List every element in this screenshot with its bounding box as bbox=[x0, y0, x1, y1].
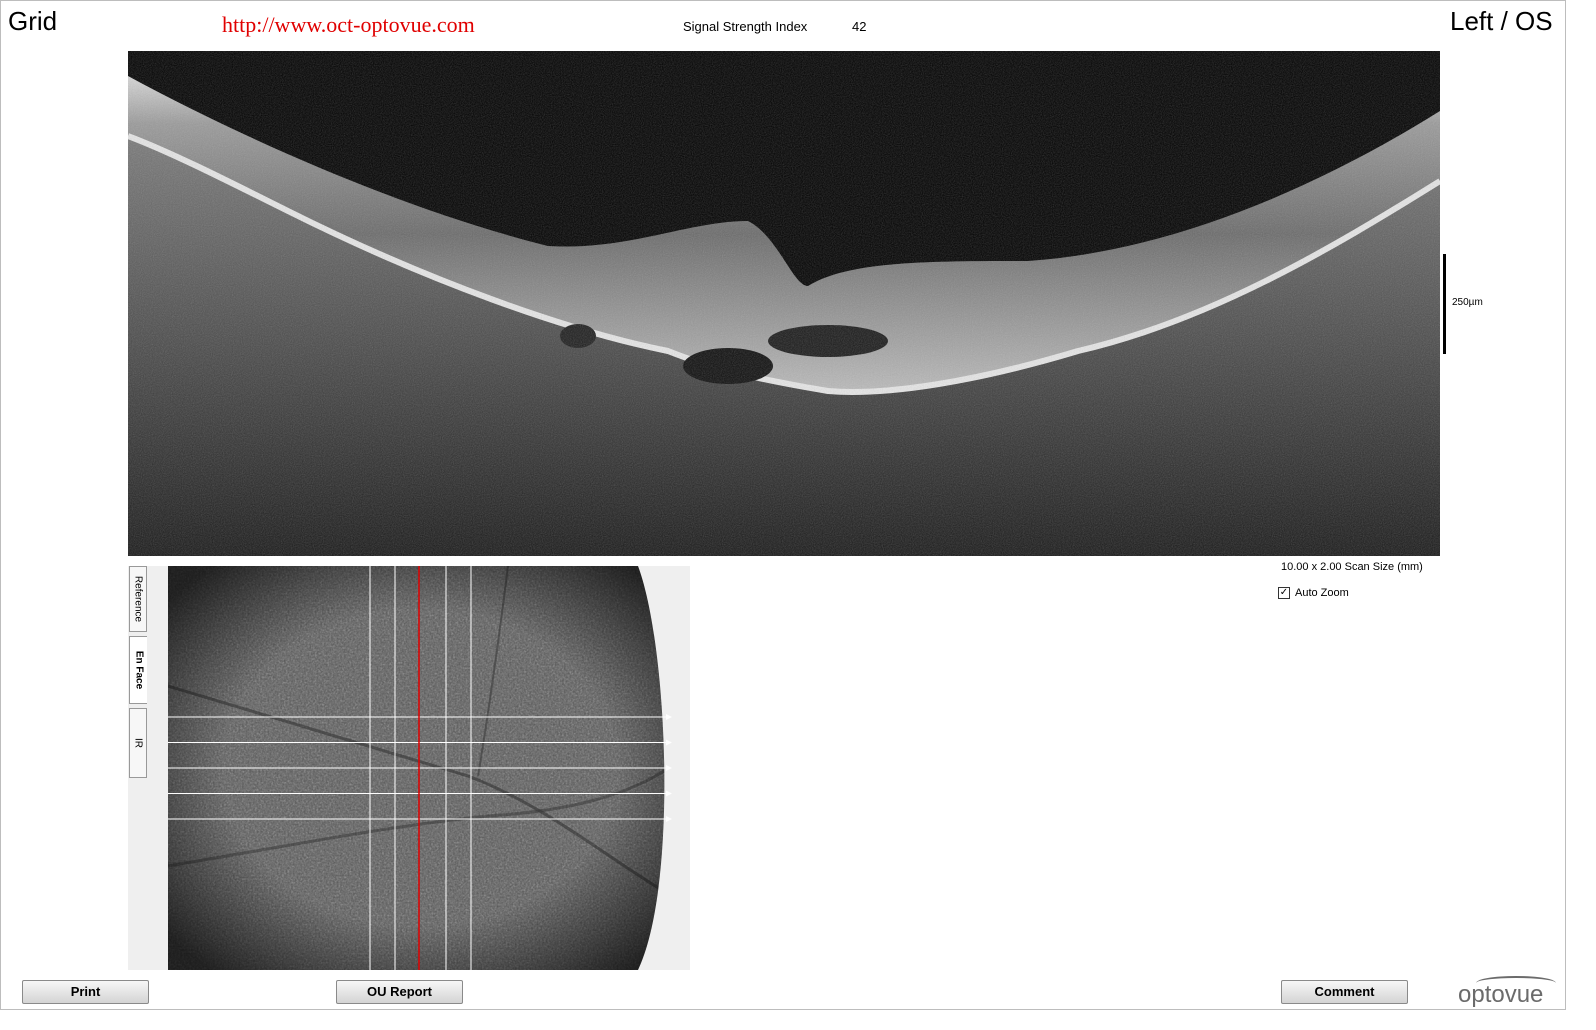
tab-en-face-label: En Face bbox=[133, 650, 144, 690]
scale-label: 250µm bbox=[1452, 297, 1483, 308]
ou-report-button[interactable]: OU Report bbox=[336, 980, 463, 1004]
auto-zoom-checkbox[interactable]: ✓ Auto Zoom bbox=[1278, 587, 1349, 599]
signal-strength-value: 42 bbox=[852, 19, 867, 34]
signal-strength-label: Signal Strength Index bbox=[683, 19, 808, 34]
enface-fundus-image[interactable] bbox=[168, 566, 672, 970]
oct-bscan-image[interactable] bbox=[128, 51, 1440, 556]
scan-type-label: Grid bbox=[8, 6, 58, 36]
checkbox-checked-icon[interactable]: ✓ bbox=[1278, 587, 1290, 599]
eye-label: Left / OS bbox=[1450, 6, 1553, 36]
website-url[interactable]: http://www.oct-optovue.com bbox=[222, 12, 475, 38]
print-button[interactable]: Print bbox=[22, 980, 149, 1004]
comment-button[interactable]: Comment bbox=[1281, 980, 1408, 1004]
tab-en-face[interactable]: En Face bbox=[129, 636, 147, 704]
scale-bar bbox=[1443, 254, 1446, 354]
scan-size-label: 10.00 x 2.00 Scan Size (mm) bbox=[1281, 561, 1423, 573]
auto-zoom-label: Auto Zoom bbox=[1295, 587, 1349, 599]
logo-text: optovue bbox=[1458, 981, 1544, 1008]
tab-reference[interactable]: Reference bbox=[129, 566, 147, 632]
optovue-logo: optovue bbox=[1458, 976, 1558, 1010]
tab-ir[interactable]: IR bbox=[129, 708, 147, 778]
tab-ir-label: IR bbox=[132, 738, 144, 748]
enface-panel: Reference En Face IR bbox=[128, 566, 690, 970]
tab-reference-label: Reference bbox=[132, 575, 144, 623]
